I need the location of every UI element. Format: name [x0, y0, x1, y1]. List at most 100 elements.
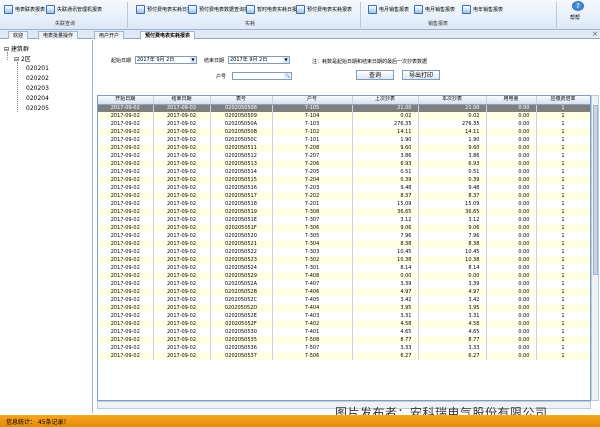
table-cell: 0.00	[486, 192, 537, 200]
room-input[interactable]: 🔍	[232, 72, 292, 80]
table-row[interactable]: 2017-09-02 2017-09-02 020205052D 7-404 3.95 3…	[98, 304, 590, 312]
export-print-button[interactable]: 导出打印	[402, 70, 440, 80]
tree-node-room[interactable]: 020204	[26, 95, 49, 102]
table-row[interactable]: 2017-09-02 2017-09-02 0202050508 7-105 21.00…	[98, 104, 590, 112]
table-row[interactable]: 2017-09-02 2017-09-02 020205050B 7-102 14.11…	[98, 128, 590, 136]
table-row[interactable]: 2017-09-02 2017-09-02 0202050521 7-304 8.38 8…	[98, 240, 590, 248]
end-date-picker[interactable]: 2017年 9月 2日 ▼	[228, 56, 290, 64]
table-cell: 0202050516	[210, 184, 273, 192]
temp-meter-daily-report-button[interactable]: 暂时电表实耗日报表	[246, 3, 302, 15]
tab-batch-meter-ops[interactable]: 电表批量操作	[38, 31, 79, 39]
table-cell: 0202050535	[210, 336, 273, 344]
vertical-scrollbar[interactable]	[591, 95, 599, 401]
table-row[interactable]: 2017-09-02 2017-09-02 0202050518 7-201 15.09…	[98, 200, 590, 208]
table-row[interactable]: 2017-09-02 2017-09-02 0202050530 7-401 4.65 4…	[98, 328, 590, 336]
table-row[interactable]: 2017-09-02 2017-09-02 0202050520 7-305 7.96 7…	[98, 232, 590, 240]
table-cell: 0.00	[486, 344, 537, 352]
tab-welcome[interactable]: 欢迎	[8, 31, 29, 39]
tab-prepaid-consumption-report[interactable]: 预付费电表实耗报表	[140, 31, 196, 39]
table-cell: 36.65	[352, 208, 419, 216]
prepaid-consumption-report-button[interactable]: 预付费电表实耗报表	[296, 3, 352, 15]
table-row[interactable]: 2017-09-02 2017-09-02 020205051E 7-307 3.12 3…	[98, 216, 590, 224]
column-header[interactable]: 本次抄表	[418, 96, 487, 105]
table-row[interactable]: 2017-09-02 2017-09-02 0202050515 7-204 0.39 0…	[98, 176, 590, 184]
table-cell: 8.77	[418, 336, 487, 344]
table-row[interactable]: 2017-09-02 2017-09-02 0202050522 7-303 10.45…	[98, 248, 590, 256]
start-date-picker[interactable]: 2017年 9月 2日 ▼	[135, 56, 197, 64]
table-cell: 0.00	[486, 328, 537, 336]
table-row[interactable]: 2017-09-02 2017-09-02 020205052A 7-407 3.39 3…	[98, 280, 590, 288]
tab-account-opening[interactable]: 用户开户	[94, 31, 125, 39]
table-cell: 0.00	[486, 160, 537, 168]
table-row[interactable]: 2017-09-02 2017-09-02 0202050517 7-202 8.37 8…	[98, 192, 590, 200]
column-header[interactable]: 用电量	[486, 96, 537, 105]
prepaid-query-report-button[interactable]: 预付费电表数据查询报表	[188, 3, 254, 15]
tree-node-room[interactable]: 020202	[26, 75, 49, 82]
column-header[interactable]: 应缴费倍率	[536, 96, 590, 105]
column-header[interactable]: 结束日期	[153, 96, 211, 105]
table-row[interactable]: 2017-09-02 2017-09-02 0202050524 7-301 8.14 8…	[98, 264, 590, 272]
table-cell: 3.12	[352, 216, 419, 224]
table-cell: 2017-09-02	[98, 304, 154, 312]
report-icon	[462, 4, 471, 14]
table-cell: 1	[536, 336, 590, 344]
tree-node-room[interactable]: 020205	[26, 105, 49, 112]
table-row[interactable]: 2017-09-02 2017-09-02 020205050C 7-101 1.90 1…	[98, 136, 590, 144]
table-row[interactable]: 2017-09-02 2017-09-02 020205051F 7-306 9.06 9…	[98, 224, 590, 232]
monthly-sales-report-button[interactable]: 电月销售报表	[368, 3, 409, 15]
chevron-down-icon[interactable]: ▼	[283, 57, 289, 63]
table-row[interactable]: 2017-09-02 2017-09-02 020205052B 7-406 4.97 4…	[98, 288, 590, 296]
table-cell: 6.27	[418, 352, 487, 360]
table-cell: 0.00	[418, 272, 487, 280]
table-cell: 7-307	[272, 216, 353, 224]
table-row[interactable]: 2017-09-02 2017-09-02 0202050523 7-302 10.38…	[98, 256, 590, 264]
table-cell: 3.31	[352, 312, 419, 320]
monthly-sales-report-button-2[interactable]: 电月销售报表	[414, 3, 455, 15]
table-row[interactable]: 2017-09-02 2017-09-02 0202050529 7-408 0.00 0…	[98, 272, 590, 280]
table-row[interactable]: 2017-09-02 2017-09-02 0202050536 7-507 3.33 3…	[98, 344, 590, 352]
chevron-down-icon[interactable]: ▼	[190, 57, 196, 63]
table-cell: 1	[536, 272, 590, 280]
table-cell: 0.02	[418, 112, 487, 120]
tree-node-room[interactable]: 020203	[26, 85, 49, 92]
table-row[interactable]: 2017-09-02 2017-09-02 0202050516 7-203 9.48 9…	[98, 184, 590, 192]
table-row[interactable]: 2017-09-02 2017-09-02 0202050537 7-506 6.27 6…	[98, 352, 590, 360]
tree-node-room[interactable]: 020201	[26, 65, 49, 72]
scroll-thumb[interactable]	[593, 105, 598, 275]
table-row[interactable]: 2017-09-02 2017-09-02 020205052F 7-402 4.58 4…	[98, 320, 590, 328]
table-row[interactable]: 2017-09-02 2017-09-02 0202050519 7-308 36.65…	[98, 208, 590, 216]
report-icon	[414, 4, 423, 14]
search-icon[interactable]: 🔍	[284, 73, 291, 79]
table-row[interactable]: 2017-09-02 2017-09-02 0202050512 7-207 3.86 3…	[98, 152, 590, 160]
query-button[interactable]: 查询	[356, 70, 394, 80]
table-cell: 2017-09-02	[153, 312, 211, 320]
table-cell: 1	[536, 288, 590, 296]
table-row[interactable]: 2017-09-02 2017-09-02 020205052E 7-403 3.31 3…	[98, 312, 590, 320]
table-cell: 0.00	[486, 352, 537, 360]
table-row[interactable]: 2017-09-02 2017-09-02 0202050514 7-205 0.51 0…	[98, 168, 590, 176]
close-icon[interactable]: ×	[592, 30, 598, 38]
table-cell: 2017-09-02	[153, 168, 211, 176]
meter-loss-report-button[interactable]: 电表联表报表	[4, 3, 45, 15]
table-row[interactable]: 2017-09-02 2017-09-02 020205050A 7-103 276.3…	[98, 120, 590, 128]
column-header[interactable]: 上次抄表	[352, 96, 419, 105]
table-row[interactable]: 2017-09-02 2017-09-02 0202050509 7-104 0.02 0…	[98, 112, 590, 120]
yearly-sales-report-button[interactable]: 电年销售报表	[462, 3, 503, 15]
table-cell: 3.42	[352, 296, 419, 304]
table-row[interactable]: 2017-09-02 2017-09-02 0202050535 7-508 8.77 8…	[98, 336, 590, 344]
help-icon[interactable]: ?	[572, 1, 584, 11]
table-row[interactable]: 2017-09-02 2017-09-02 0202050511 7-208 9.60 9…	[98, 144, 590, 152]
column-header[interactable]: 户号	[272, 96, 353, 105]
table-cell: 2017-09-02	[98, 192, 154, 200]
table-row[interactable]: 2017-09-02 2017-09-02 0202050513 7-206 6.93 6…	[98, 160, 590, 168]
table-cell: 2017-09-02	[98, 216, 154, 224]
table-cell: 3.39	[352, 280, 419, 288]
table-row[interactable]: 2017-09-02 2017-09-02 020205052C 7-405 3.42 3…	[98, 296, 590, 304]
column-header[interactable]: 开始日期	[98, 96, 154, 105]
table-cell: 0202050537	[210, 352, 273, 360]
table-cell: 020205050A	[210, 120, 273, 128]
query-note: 注：耗数是起始日期和结束日期的最后一次抄表数据	[312, 59, 428, 65]
column-header[interactable]: 表号	[210, 96, 273, 105]
comm-manager-loss-report-button[interactable]: 失联通讯管理机报表	[46, 3, 102, 15]
table-cell: 3.39	[418, 280, 487, 288]
